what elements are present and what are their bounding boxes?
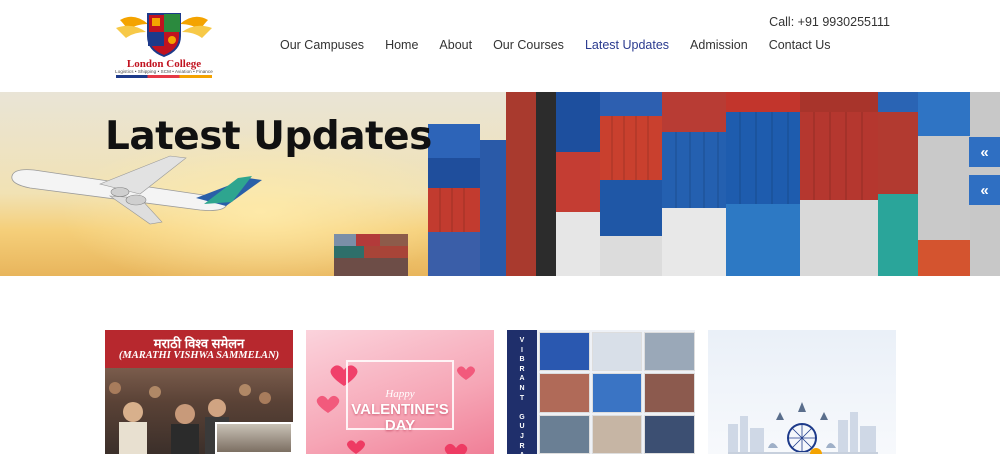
double-chevron-left-icon[interactable]: « <box>969 175 1000 205</box>
card-subtitle: (MARATHI VISHWA SAMMELAN) <box>118 350 280 361</box>
updates-grid: मराठी विश्व समेलन (MARATHI VISHWA SAMMEL… <box>105 330 897 454</box>
vertical-letter: U <box>519 423 525 431</box>
collage-photo <box>539 332 590 372</box>
vertical-letter: B <box>519 356 525 364</box>
container-stack <box>428 92 1000 276</box>
nav-item-home[interactable]: Home <box>385 38 418 52</box>
nav-item-our-campuses[interactable]: Our Campuses <box>280 38 364 52</box>
vertical-letter: R <box>519 442 525 450</box>
vibrant-strip: VIBRANT GUJRA <box>507 330 537 454</box>
london-college-logo[interactable]: London College Logistics • Shipping • SC… <box>112 10 216 78</box>
vertical-letter: A <box>519 375 525 383</box>
vertical-letter: I <box>521 346 523 354</box>
double-chevron-left-icon[interactable]: « <box>969 137 1000 167</box>
airplane-icon <box>11 155 262 225</box>
vertical-letter: J <box>520 432 524 440</box>
vertical-letter: V <box>519 337 525 344</box>
site-header: London College Logistics • Shipping • SC… <box>0 0 1000 92</box>
vertical-letter: T <box>519 394 525 402</box>
collage-photo <box>591 414 643 454</box>
collage-photo <box>644 332 695 372</box>
crest-icon <box>116 13 212 58</box>
valentine-line-2: DAY <box>384 417 416 434</box>
inset-photo <box>215 422 293 454</box>
main-nav: Our Campuses Home About Our Courses Late… <box>280 38 831 52</box>
collage-photo <box>644 414 695 454</box>
photo-collage <box>539 332 695 454</box>
collage-photo <box>591 373 643 413</box>
valentine-happy: Happy <box>385 388 415 400</box>
call-number[interactable]: Call: +91 9930255111 <box>769 15 890 29</box>
collage-photo <box>644 373 695 413</box>
side-tabs: « « <box>969 137 1000 213</box>
valentine-title: VALENTINE'S DAY <box>306 402 494 434</box>
update-card-vibrant-gujarat[interactable]: VIBRANT GUJRA <box>507 330 695 454</box>
update-card-valentines-day[interactable]: Happy VALENTINE'S DAY <box>306 330 494 454</box>
page-banner: Latest Updates « « <box>0 92 1000 276</box>
nav-item-latest-updates[interactable]: Latest Updates <box>585 38 669 52</box>
collage-photo <box>591 332 643 372</box>
valentine-line-1: VALENTINE'S <box>351 401 449 418</box>
page-title: Latest Updates <box>105 114 432 159</box>
vertical-text: VIBRANT GUJRA <box>507 336 537 454</box>
update-card-republic-day[interactable] <box>708 330 896 454</box>
nav-item-contact-us[interactable]: Contact Us <box>769 38 831 52</box>
collage-photo <box>539 414 590 454</box>
logo-stripe <box>116 75 212 78</box>
india-skyline-icon <box>728 402 878 454</box>
nav-item-admission[interactable]: Admission <box>690 38 748 52</box>
update-card-marathi-sammelan[interactable]: मराठी विश्व समेलन (MARATHI VISHWA SAMMEL… <box>105 330 293 454</box>
brand-tagline: Logistics • Shipping • SCM • Aviation • … <box>115 69 213 74</box>
vertical-letter <box>507 403 537 413</box>
collage-photo <box>539 373 590 413</box>
distant-containers <box>334 234 408 276</box>
nav-item-about[interactable]: About <box>439 38 472 52</box>
nav-item-our-courses[interactable]: Our Courses <box>493 38 564 52</box>
vertical-letter: G <box>519 413 525 421</box>
vertical-letter: N <box>519 384 525 392</box>
vertical-letter: R <box>519 365 525 373</box>
